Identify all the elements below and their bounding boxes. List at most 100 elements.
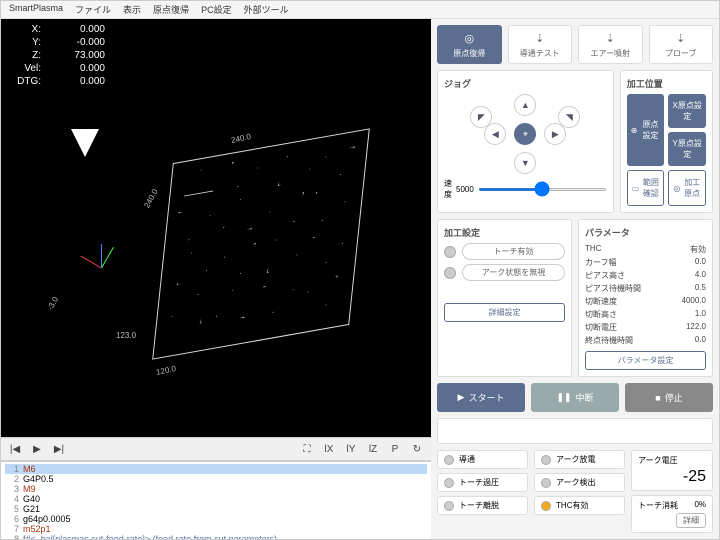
detail-button[interactable]: 詳細 — [676, 513, 706, 528]
preview-canvas[interactable]: X:0.000 Y:-0.000 Z:73.000 Vel:0.000 DTG:… — [1, 19, 431, 437]
ignore-arc-button[interactable]: アーク状態を無視 — [462, 264, 565, 281]
step-fwd-button[interactable]: ▶| — [51, 441, 67, 457]
panel-title: ジョグ — [444, 77, 607, 90]
param-key: カーフ幅 — [585, 257, 617, 268]
detail-settings-button[interactable]: 詳細設定 — [444, 303, 565, 322]
dro-y: -0.000 — [49, 36, 105, 49]
axis-x-icon — [80, 256, 101, 269]
param-key: ピアス高さ — [585, 270, 625, 281]
menubar: SmartPlasma ファイル 表示 原点復帰 PC設定 外部ツール — [1, 1, 719, 19]
param-val: 122.0 — [686, 322, 706, 333]
probe-button[interactable]: ⇣プローブ — [649, 25, 714, 64]
tool-cone-icon — [71, 129, 99, 157]
readout-col: アーク電圧 -25 トーチ消耗0% 詳細 — [631, 450, 713, 533]
status-col: 導通 トーチ過圧 トーチ離脱 — [437, 450, 528, 533]
play-button[interactable]: ▶ — [29, 441, 45, 457]
param-settings-button[interactable]: パラメータ設定 — [585, 351, 706, 370]
panel-title: 加工位置 — [627, 77, 706, 90]
gcode-view[interactable]: 1M6 2G4P0.5 3M9 4G40 5G21 6g64p0.0005 7m… — [1, 461, 431, 539]
jog-left-button[interactable]: ◀ — [484, 123, 506, 145]
cut-path — [313, 186, 348, 223]
label: 導通 — [459, 454, 475, 465]
view-x-button[interactable]: lX — [321, 441, 337, 457]
cut-path — [222, 243, 257, 278]
menu-pc[interactable]: PC設定 — [201, 3, 232, 16]
start-button[interactable]: ▶スタート — [437, 383, 525, 412]
torch-enable-button[interactable]: トーチ有効 — [462, 243, 565, 260]
status-arc-detect: アーク検出 — [534, 473, 625, 492]
param-val: 0.0 — [695, 257, 706, 268]
jog-speed: 速度 5000 — [444, 178, 607, 200]
menu-view[interactable]: 表示 — [123, 3, 141, 16]
conduction-test-button[interactable]: ⇣ 導通テスト — [508, 25, 573, 64]
speed-value: 5000 — [456, 185, 474, 194]
label: トーチ離脱 — [459, 500, 499, 511]
stop-icon: ■ — [655, 393, 660, 403]
pause-icon: ❚❚ — [556, 392, 571, 403]
cut-path — [176, 249, 209, 285]
dro-dtg-label: DTG: — [5, 75, 41, 88]
speed-slider[interactable] — [478, 188, 607, 191]
param-key: 切断速度 — [585, 296, 617, 307]
jog-upright-button[interactable]: ◥ — [558, 106, 580, 128]
label: THC有効 — [556, 500, 588, 511]
led-icon — [444, 501, 454, 511]
probe-icon: ⇣ — [532, 30, 548, 46]
dro-dtg: 0.000 — [49, 75, 105, 88]
label: アーク検出 — [556, 477, 596, 488]
set-y-origin-button[interactable]: Y原点設定 — [668, 132, 706, 166]
status-col: アーク放電 アーク検出 THC有効 — [534, 450, 625, 533]
pause-button[interactable]: ❚❚中断 — [531, 383, 619, 412]
line-no: 2 — [5, 474, 19, 484]
range-check-button[interactable]: ▭範囲確認 — [627, 170, 665, 206]
view-y-button[interactable]: lY — [343, 441, 359, 457]
view-z-button[interactable]: lZ — [365, 441, 381, 457]
panel-title: パラメータ — [585, 226, 706, 239]
menu-app[interactable]: SmartPlasma — [9, 3, 63, 16]
dro-z-label: Z: — [5, 49, 41, 62]
view-p-button[interactable]: P — [387, 441, 403, 457]
menu-ext[interactable]: 外部ツール — [244, 3, 289, 16]
label: トーチ消耗 — [638, 500, 678, 511]
cut-path — [267, 235, 300, 273]
label: スタート — [468, 391, 504, 404]
message-area — [437, 418, 713, 444]
reload-button[interactable]: ↻ — [409, 441, 425, 457]
app-window: SmartPlasma ファイル 表示 原点復帰 PC設定 外部ツール X:0.… — [0, 0, 720, 540]
param-key: ピアス待機時間 — [585, 283, 641, 294]
play-icon: ▶ — [458, 392, 465, 403]
set-x-origin-button[interactable]: X原点設定 — [668, 94, 706, 128]
led-icon — [444, 455, 454, 465]
bounds-icon: ▭ — [632, 184, 640, 193]
step-back-button[interactable]: |◀ — [7, 441, 23, 457]
param-val: 1.0 — [695, 309, 706, 320]
stop-button[interactable]: ■停止 — [625, 383, 713, 412]
param-key: 切断高さ — [585, 309, 617, 320]
expand-icon[interactable]: ⛶ — [299, 441, 315, 457]
cut-path — [323, 146, 355, 178]
menu-file[interactable]: ファイル — [75, 3, 111, 16]
set-origin-button[interactable]: ⊕原点設定 — [627, 94, 665, 166]
cut-path — [175, 206, 212, 243]
work-origin-button[interactable]: ◎加工原点 — [668, 170, 706, 206]
dimension-label: 120.0 — [155, 364, 176, 377]
jog-down-button[interactable]: ▼ — [514, 152, 536, 174]
home-button[interactable]: ◎原点復帰 — [437, 25, 502, 64]
menu-home[interactable]: 原点復帰 — [153, 3, 189, 16]
jog-up-button[interactable]: ▲ — [514, 94, 536, 116]
label: 導通テスト — [520, 48, 560, 59]
speed-label: 速度 — [444, 178, 452, 200]
jog-center-button[interactable]: ⌖ — [514, 123, 536, 145]
cut-path — [310, 231, 345, 266]
target-icon: ◎ — [461, 30, 477, 46]
cut-path — [229, 157, 259, 189]
gcode-line: g64p0.0005 — [23, 514, 71, 524]
axis-y-icon — [101, 247, 114, 268]
line-no: 8 — [5, 534, 19, 539]
param-key: THC — [585, 244, 601, 255]
status-row: 導通 トーチ過圧 トーチ離脱 アーク放電 アーク検出 THC有効 アーク電圧 -… — [437, 450, 713, 533]
panel-title: 加工設定 — [444, 226, 565, 239]
dimension-label: -3.0 — [46, 295, 60, 311]
air-blast-button[interactable]: ⇣エアー噴射 — [578, 25, 643, 64]
label: トーチ過圧 — [459, 477, 499, 488]
